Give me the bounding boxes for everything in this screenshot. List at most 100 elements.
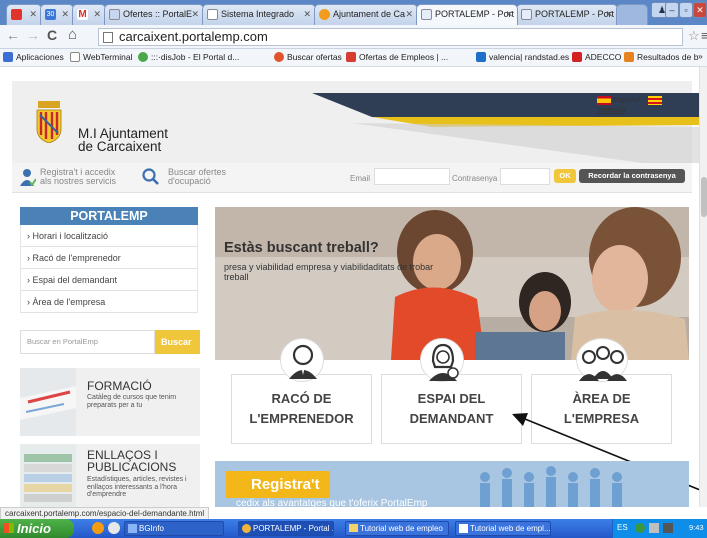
organization-name: M.I Ajuntament de Carcaixent <box>78 126 169 154</box>
header-banner: M.I Ajuntament de Carcaixent Español Val… <box>12 81 702 163</box>
chrome-icon <box>242 524 251 533</box>
forward-arrow-icon[interactable]: → <box>26 27 40 43</box>
sidebar-item-espai[interactable]: › Espai del demandant <box>20 269 198 291</box>
home-icon[interactable]: ⌂ <box>68 26 77 43</box>
task-portalemp[interactable]: PORTALEMP - Portal ... <box>238 521 334 536</box>
task-tutorial-folder[interactable]: Tutorial web de empleo <box>345 521 449 536</box>
back-arrow-icon[interactable]: ← <box>6 27 20 43</box>
windows-taskbar: Inicio BGInfo PORTALEMP - Portal ... Tut… <box>0 519 707 538</box>
bookmark-ofertas-empleos[interactable]: Ofertas de Empleos | ... <box>346 52 448 62</box>
tab-sistema[interactable]: Sistema Integrado ✕ <box>202 4 316 25</box>
page-scrollbar[interactable] <box>699 67 707 507</box>
bookmark-resultados[interactable]: Resultados de búsque... <box>624 52 698 62</box>
bookmark-webterminal[interactable]: WebTerminal <box>70 52 132 62</box>
chrome-icon[interactable] <box>108 522 120 534</box>
gmail-icon: M <box>77 9 88 20</box>
close-icon[interactable]: ✕ <box>605 5 613 24</box>
page-icon <box>70 52 80 62</box>
start-button[interactable]: Inicio <box>0 519 74 538</box>
red-app-icon <box>11 9 22 20</box>
ok-button[interactable]: OK <box>554 169 576 183</box>
coat-of-arms-logo <box>36 101 62 143</box>
close-icon[interactable]: ✕ <box>29 5 37 24</box>
sidebar-item-area[interactable]: › Àrea de l'empresa <box>20 291 198 313</box>
network-icon[interactable] <box>635 523 645 533</box>
tray-app-icon[interactable] <box>663 523 673 533</box>
bginfo-icon <box>128 524 137 533</box>
password-field[interactable] <box>500 168 550 185</box>
search-offers-link[interactable]: Buscar ofertes d'ocupació <box>168 168 226 186</box>
bookmarks-overflow[interactable]: » <box>698 51 703 61</box>
hero-photo <box>215 207 689 360</box>
promo-formacio[interactable]: FORMACIÓ Catàleg de cursos que tenim pre… <box>20 368 200 436</box>
bookmark-randstad[interactable]: valencia| randstad.es <box>476 52 569 62</box>
portal-search-input[interactable]: Buscar en PortalEmp <box>20 330 155 354</box>
sidebar-item-raco[interactable]: › Racó de l'emprenedor <box>20 247 198 269</box>
page-icon <box>421 9 432 20</box>
url-field[interactable]: carcaixent.portalemp.com <box>98 28 683 46</box>
search-results-icon <box>624 52 634 62</box>
lang-va-link[interactable]: Valencià <box>597 105 625 114</box>
tab-pinned-2[interactable]: 30 ✕ <box>40 4 74 25</box>
task-bginfo[interactable]: BGInfo <box>124 521 224 536</box>
tab-ajuntament[interactable]: Ajuntament de Ca ✕ <box>314 4 418 25</box>
valencia-flag-icon <box>648 95 663 105</box>
tab-pinned-1[interactable]: ✕ <box>6 4 42 25</box>
register-link[interactable]: Registra't i accedix als nostres servici… <box>40 168 116 186</box>
tab-ofertes[interactable]: Ofertes :: PortalE ✕ <box>104 4 204 25</box>
firefox-icon[interactable] <box>92 522 104 534</box>
volume-icon[interactable] <box>649 523 659 533</box>
register-button[interactable]: Registra't <box>226 471 330 498</box>
hero-banner: Estàs buscant treball? presa y viabilida… <box>215 207 689 360</box>
email-label: Email <box>350 174 371 183</box>
page-info-icon[interactable] <box>103 32 113 43</box>
tab-portalemp-2[interactable]: PORTALEMP - Port ✕ <box>516 4 618 25</box>
bookmark-aplicaciones[interactable]: Aplicaciones <box>3 52 64 62</box>
apps-grid-icon <box>3 52 13 62</box>
minimize-button[interactable]: – <box>665 2 679 18</box>
close-icon[interactable]: ✕ <box>191 5 199 24</box>
portal-search-button[interactable]: Buscar <box>155 330 200 354</box>
reload-icon[interactable]: C <box>47 27 57 43</box>
search-icon <box>142 168 160 189</box>
formacio-thumbnail <box>20 368 76 436</box>
language-indicator[interactable]: ES <box>617 523 628 532</box>
close-icon[interactable]: ✕ <box>93 5 101 24</box>
hero-subtitle: presa y viabilidad empresa y viabilidadi… <box>224 262 434 282</box>
close-icon[interactable]: ✕ <box>303 5 311 24</box>
bookmark-disjob[interactable]: :::·disJob - El Portal d... <box>138 52 239 62</box>
card-raco-emprenedor[interactable]: RACÓ DE L'EMPRENEDOR <box>231 374 372 444</box>
tab-portalemp-active[interactable]: PORTALEMP - Port ✕ <box>416 4 518 25</box>
new-tab-button[interactable] <box>616 4 648 25</box>
tab-pinned-3[interactable]: M ✕ <box>72 4 106 25</box>
close-icon[interactable]: ✕ <box>405 5 413 24</box>
web-page: M.I Ajuntament de Carcaixent Español Val… <box>0 67 707 507</box>
promo-enllacos[interactable]: ENLLAÇOS I PUBLICACIONS Estadístiques, a… <box>20 444 200 507</box>
promo-formacio-desc: Catàleg de cursos que tenim preparats pe… <box>87 394 177 409</box>
menu-icon[interactable]: ≡ <box>701 28 707 43</box>
password-label: Contrasenya <box>452 174 498 183</box>
bookmark-buscar-ofertas[interactable]: Buscar ofertas <box>274 52 342 62</box>
remember-password-button[interactable]: Recordar la contrasenya <box>579 169 685 183</box>
crowd-illustration <box>480 466 622 507</box>
job-seeker-icon <box>420 338 464 382</box>
bookmark-adecco[interactable]: ADECCO <box>572 52 621 62</box>
lang-es-link[interactable]: Español <box>613 95 640 104</box>
maximize-button[interactable]: ▫ <box>679 2 693 18</box>
randstad-icon <box>476 52 486 62</box>
red-app-icon <box>346 52 356 62</box>
scrollbar-thumb[interactable] <box>701 177 707 217</box>
close-icon[interactable]: ✕ <box>61 5 69 24</box>
close-window-button[interactable]: ✕ <box>693 2 707 18</box>
clock: 9:43 <box>689 523 704 532</box>
task-tutorial-doc[interactable]: Tutorial web de empl... <box>455 521 551 536</box>
email-field[interactable] <box>374 168 450 185</box>
orange-circle-icon <box>274 52 284 62</box>
login-bar: Registra't i accedix als nostres servici… <box>12 163 692 193</box>
company-team-icon <box>576 338 628 382</box>
close-icon[interactable]: ✕ <box>505 5 513 24</box>
adecco-icon <box>572 52 582 62</box>
sidebar-item-horari[interactable]: › Horari i localització <box>20 225 198 247</box>
green-circle-icon <box>138 52 148 62</box>
star-icon[interactable]: ☆ <box>688 28 700 44</box>
